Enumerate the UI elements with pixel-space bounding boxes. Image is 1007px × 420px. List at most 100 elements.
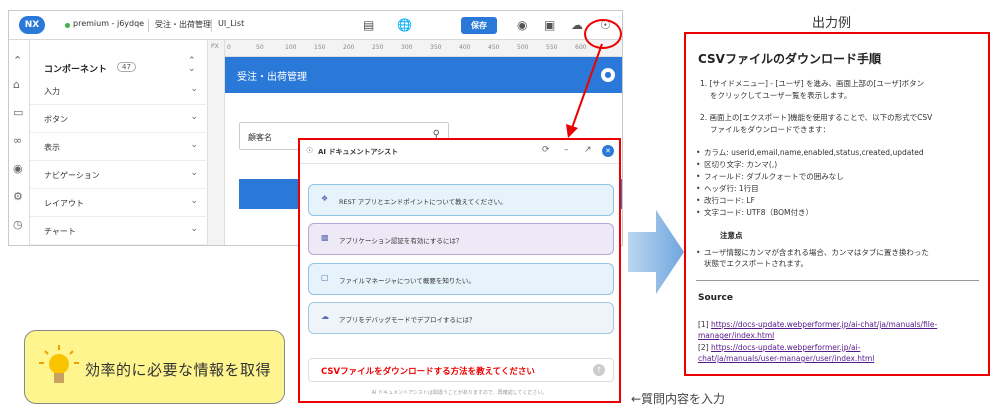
ai-assist-panel: ☉ AI ドキュメントアシスト ⟳ – ↗ ✕ ❖ REST アプリとエンドポイ… xyxy=(298,138,621,403)
suggestion-button[interactable]: ☁ アプリをデバッグモードでデプロイするには？ xyxy=(308,302,614,334)
step-2: 2. 画面上の[エクスポート]機能を使用することで、以下の形式でCSV xyxy=(700,113,933,122)
suggestion-button[interactable]: ❖ REST アプリとエンドポイントについて教えてください。 xyxy=(308,184,614,216)
home-icon[interactable]: ⌂ xyxy=(13,78,20,91)
note-heading: 注意点 xyxy=(720,231,743,240)
source-1-link-cont[interactable]: manager/index.html xyxy=(698,331,774,340)
output-label: 出力例 xyxy=(812,16,852,31)
ruler-tick: 250 xyxy=(372,44,384,51)
flow-icon[interactable]: ∞ xyxy=(13,134,22,147)
device-icon[interactable]: ▭ xyxy=(13,106,23,119)
ai-assist-icon: ☉ xyxy=(306,146,314,155)
source-1-index: [1] xyxy=(698,320,712,329)
panel-category[interactable]: 入力 ⌄ xyxy=(30,77,208,105)
chevron-up-icon[interactable]: ⌃ xyxy=(13,54,22,67)
preview-eye-icon[interactable]: ◉ xyxy=(517,18,527,32)
suggestion-button[interactable]: ▩ アプリケーション認証を有効にするには？ xyxy=(308,223,614,255)
lightbulb-icon xyxy=(39,345,79,383)
component-count-badge: 47 xyxy=(117,62,136,72)
output-example: CSVファイルのダウンロード手順 1. [サイドメニュー] - [ユーザ] を進… xyxy=(684,32,990,376)
vertical-ruler: PX xyxy=(208,40,225,245)
ruler-tick: 0 xyxy=(227,44,231,51)
format-item: 改行コード: LF xyxy=(696,195,755,206)
timer-icon[interactable]: ◷ xyxy=(13,218,23,231)
icon-sidebar: ⌃ ⌂ ▭ ∞ ◉ ⚙ ◷ xyxy=(9,40,30,245)
env-status-dot xyxy=(65,23,70,28)
flow-arrow xyxy=(628,210,684,294)
input-note: ←質問内容を入力 xyxy=(631,392,726,406)
question-input[interactable]: CSVファイルをダウンロードする方法を教えてください ↑ xyxy=(308,358,614,382)
panel-category[interactable]: ナビゲーション ⌄ xyxy=(30,161,208,189)
close-icon[interactable]: ✕ xyxy=(602,145,614,157)
send-icon[interactable]: ↑ xyxy=(593,364,605,376)
globe-icon[interactable]: ◉ xyxy=(13,162,23,175)
output-title: CSVファイルのダウンロード手順 xyxy=(698,52,881,66)
source-2: [2] https://docs-update.webperformer.jp/… xyxy=(698,342,874,364)
ruler-tick: 350 xyxy=(430,44,442,51)
chevron-down-icon: ⌄ xyxy=(190,196,198,206)
source-2-index: [2] xyxy=(698,343,712,352)
chevron-down-icon: ⌄ xyxy=(190,84,198,94)
step-1-cont: をクリックしてユーザー覧を表示します。 xyxy=(710,91,852,100)
page-name[interactable]: UI_List xyxy=(218,19,244,28)
document-icon[interactable]: ▤ xyxy=(363,18,374,32)
step-2-cont: ファイルをダウンロードできます： xyxy=(710,125,830,134)
globe-icon[interactable]: 🌐 xyxy=(397,18,412,32)
component-panel: コンポーネント 47 ⌃ ⌄ 入力 ⌄ ボタン ⌄ 表示 ⌄ ナビゲーション ⌄ レイアウ… xyxy=(30,40,208,245)
ruler-tick: 150 xyxy=(314,44,326,51)
format-item: ヘッダ行: 1行目 xyxy=(696,183,759,194)
auth-icon: ▩ xyxy=(321,233,329,242)
deploy-icon: ☁ xyxy=(321,312,329,321)
source-1-link[interactable]: https://docs-update.webperformer.jp/ai-c… xyxy=(711,320,937,329)
chevron-down-icon: ⌄ xyxy=(190,140,198,150)
ruler-tick: 450 xyxy=(488,44,500,51)
editor-toolbar: NX premium - j6ydqe 受注・出荷管理 UI_List ▤ 🌐 … xyxy=(9,11,622,40)
format-item: 区切り文字: カンマ(,) xyxy=(696,159,777,170)
ruler-tick: 300 xyxy=(401,44,413,51)
question-text: CSVファイルをダウンロードする方法を教えてください xyxy=(321,367,535,377)
note-item-cont: 状態でエクスポートされます。 xyxy=(704,259,809,268)
ruler-tick: 50 xyxy=(256,44,264,51)
ruler-unit: PX xyxy=(211,43,219,50)
app-name[interactable]: 受注・出荷管理 xyxy=(155,19,211,30)
panel-category[interactable]: チャート ⌄ xyxy=(30,217,208,245)
note-item: ユーザ情報にカンマが含まれる場合、カンマはタブに置き換わった xyxy=(696,247,929,258)
format-item: 文字コード: UTF8（BOM付き） xyxy=(696,207,813,218)
sort-icon[interactable]: ⌃ ⌄ xyxy=(188,57,196,74)
env-name[interactable]: premium - j6ydqe xyxy=(73,19,144,28)
assist-title: AI ドキュメントアシスト xyxy=(318,148,399,156)
red-pointer-arrow xyxy=(566,43,603,138)
format-item: フィールド: ダブルクォートでの囲みなし xyxy=(696,171,844,182)
nx-logo: NX xyxy=(19,16,45,34)
disclaimer: AI ドキュメントアシストは間違うことがありますので、再確認してください。 xyxy=(371,390,548,396)
chevron-down-icon: ⌄ xyxy=(190,168,198,178)
expand-icon[interactable]: ↗ xyxy=(584,145,592,155)
source-2-link-cont[interactable]: chat/ja/manuals/user-manager/user/index.… xyxy=(698,354,874,363)
source-heading: Source xyxy=(698,293,733,303)
suggestion-button[interactable]: ▢ ファイルマネージャについて概要を知りたい。 xyxy=(308,263,614,295)
panel-category[interactable]: ボタン ⌄ xyxy=(30,105,208,133)
divider xyxy=(696,280,979,281)
api-icon: ❖ xyxy=(321,194,329,203)
history-icon[interactable]: ⟳ xyxy=(542,145,550,155)
source-1: [1] https://docs-update.webperformer.jp/… xyxy=(698,319,937,341)
search-label: 顧客名 xyxy=(248,133,272,142)
divider xyxy=(148,19,149,32)
assist-header: ☉ AI ドキュメントアシスト ⟳ – ↗ ✕ xyxy=(300,140,619,164)
folder-image-icon[interactable]: ▣ xyxy=(544,18,555,32)
source-2-link[interactable]: https://docs-update.webperformer.jp/ai- xyxy=(711,343,860,352)
chevron-down-icon: ⌄ xyxy=(190,112,198,122)
cloud-upload-icon[interactable]: ☁ xyxy=(571,18,583,32)
panel-title: コンポーネント xyxy=(44,65,108,75)
panel-category[interactable]: 表示 ⌄ xyxy=(30,133,208,161)
settings-icon[interactable]: ⚙ xyxy=(13,190,23,203)
format-item: カラム: userid,email,name,enabled,status,cr… xyxy=(696,147,924,158)
panel-category[interactable]: レイアウト ⌄ xyxy=(30,189,208,217)
divider xyxy=(211,19,212,32)
callout-text: 効率的に必要な情報を取得 xyxy=(85,361,272,379)
save-button[interactable]: 保存 xyxy=(461,17,497,34)
file-manager-icon: ▢ xyxy=(321,273,329,282)
benefit-callout: 効率的に必要な情報を取得 xyxy=(24,330,285,404)
chevron-down-icon: ⌄ xyxy=(190,224,198,234)
minimize-icon[interactable]: – xyxy=(564,145,569,155)
ruler-tick: 500 xyxy=(517,44,529,51)
